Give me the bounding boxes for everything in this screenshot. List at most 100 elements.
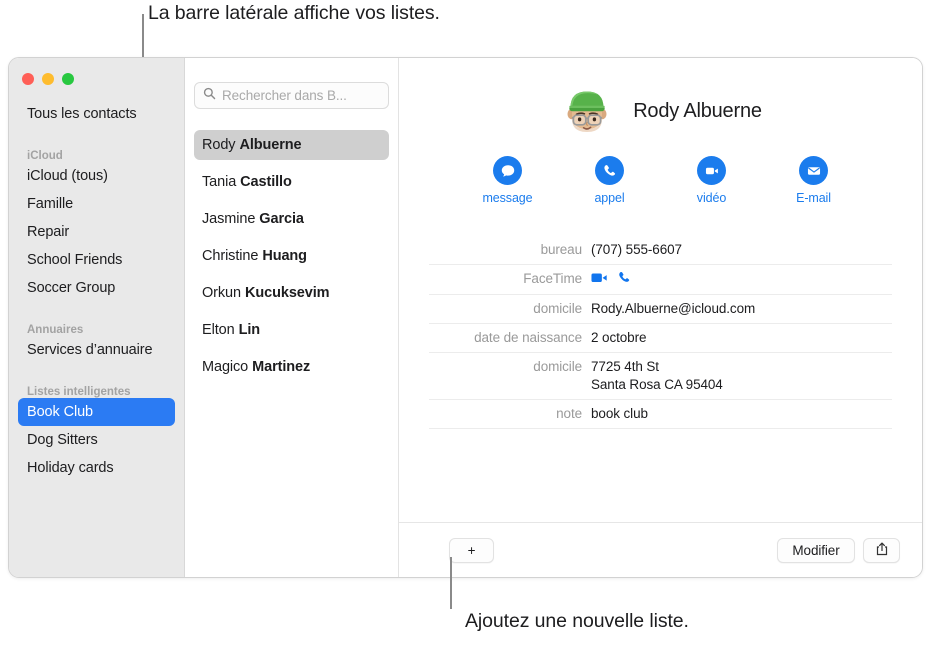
sidebar-item-holiday-cards[interactable]: Holiday cards	[18, 454, 175, 482]
memoji-avatar[interactable]	[559, 83, 615, 139]
toolbar-right-group: Modifier	[777, 537, 900, 563]
edit-button[interactable]: Modifier	[777, 537, 855, 563]
sidebar-list: Tous les contacts iCloud iCloud (tous) F…	[9, 100, 184, 482]
sidebar-item-label: Tous les contacts	[27, 106, 137, 122]
contact-last-name: Kucuksevim	[245, 285, 330, 301]
sidebar-item-icloud-all[interactable]: iCloud (tous)	[18, 162, 175, 190]
screenshot-root: La barre latérale affiche vos listes. To…	[0, 0, 931, 646]
contacts-app-window: Tous les contacts iCloud iCloud (tous) F…	[8, 57, 923, 578]
sidebar-item-services-annuaire[interactable]: Services d’annuaire	[18, 336, 175, 364]
sidebar-item-book-club[interactable]: Book Club	[18, 398, 175, 426]
contact-last-name: Huang	[262, 248, 307, 264]
search-input[interactable]	[222, 88, 380, 103]
annotation-add-list-leader-line	[450, 557, 452, 609]
action-video[interactable]: vidéo	[685, 156, 739, 205]
sidebar-item-label: Famille	[27, 196, 74, 212]
video-camera-icon	[697, 156, 726, 185]
sidebar: Tous les contacts iCloud iCloud (tous) F…	[9, 58, 185, 577]
sidebar-item-label: Repair	[27, 224, 70, 240]
field-value-facetime	[591, 270, 631, 289]
sidebar-item-repair[interactable]: Repair	[18, 218, 175, 246]
facetime-audio-icon[interactable]	[617, 270, 631, 289]
sidebar-item-label: Book Club	[27, 404, 93, 420]
sidebar-item-all-contacts[interactable]: Tous les contacts	[18, 100, 175, 128]
field-label: date de naissance	[474, 330, 582, 345]
search-icon	[203, 87, 216, 105]
envelope-icon	[799, 156, 828, 185]
contact-list-item[interactable]: Christine Huang	[194, 241, 389, 271]
field-value-address[interactable]: 7725 4th St Santa Rosa CA 95404	[591, 358, 723, 394]
field-value[interactable]: (707) 555-6607	[591, 241, 682, 259]
phone-icon	[595, 156, 624, 185]
contact-fields: bureau (707) 555-6607 FaceTime domicile …	[429, 236, 892, 429]
contact-first-name: Christine	[202, 248, 259, 264]
contact-name: Rody Albuerne	[633, 99, 762, 122]
close-button[interactable]	[22, 73, 34, 85]
field-row-facetime: FaceTime	[429, 265, 892, 295]
contact-list-item[interactable]: Tania Castillo	[194, 167, 389, 197]
contact-list: Rody Albuerne Tania Castillo Jasmine Gar…	[194, 130, 389, 382]
field-row-bureau: bureau (707) 555-6607	[429, 236, 892, 265]
contact-last-name: Castillo	[240, 174, 292, 190]
contact-first-name: Orkun	[202, 285, 241, 301]
action-label: vidéo	[696, 191, 727, 205]
minimize-button[interactable]	[42, 73, 54, 85]
contact-last-name: Lin	[238, 322, 261, 338]
contact-identity-row: Rody Albuerne	[429, 80, 892, 142]
sidebar-group-header-annuaires: Annuaires	[27, 324, 84, 336]
sidebar-item-famille[interactable]: Famille	[18, 190, 175, 218]
action-email[interactable]: E-mail	[787, 156, 841, 205]
sidebar-item-label: School Friends	[27, 252, 123, 268]
field-row-birthday: date de naissance 2 octobre	[429, 324, 892, 353]
field-value[interactable]: 2 octobre	[591, 329, 646, 347]
field-label: domicile	[533, 301, 582, 316]
contact-list-item[interactable]: Orkun Kucuksevim	[194, 278, 389, 308]
field-label: FaceTime	[523, 271, 582, 286]
message-bubble-icon	[493, 156, 522, 185]
sidebar-item-label: Services d’annuaire	[27, 342, 153, 358]
field-row-note: note book club	[429, 400, 892, 429]
field-row-address: domicile 7725 4th St Santa Rosa CA 95404	[429, 353, 892, 400]
share-button[interactable]	[863, 537, 900, 563]
sidebar-item-label: Soccer Group	[27, 280, 116, 296]
edit-button-label: Modifier	[792, 542, 840, 558]
field-value[interactable]: book club	[591, 405, 648, 423]
search-field[interactable]	[194, 82, 389, 109]
sidebar-item-dog-sitters[interactable]: Dog Sitters	[18, 426, 175, 454]
field-label: bureau	[540, 242, 583, 257]
address-line-2: Santa Rosa CA 95404	[591, 377, 723, 392]
contact-last-name: Albuerne	[239, 137, 302, 153]
sidebar-group-header-listes-intelligentes: Listes intelligentes	[27, 386, 131, 398]
contact-last-name: Garcia	[259, 211, 304, 227]
bottom-toolbar: + Modifier	[399, 522, 922, 577]
contact-list-item[interactable]: Jasmine Garcia	[194, 204, 389, 234]
contact-first-name: Elton	[202, 322, 235, 338]
contact-list-item[interactable]: Magico Martinez	[194, 352, 389, 382]
search-container	[194, 58, 389, 109]
field-label: domicile	[533, 359, 582, 374]
contact-first-name: Tania	[202, 174, 237, 190]
field-value[interactable]: Rody.Albuerne@icloud.com	[591, 300, 755, 318]
contact-first-name: Rody	[202, 137, 236, 153]
contact-list-item[interactable]: Rody Albuerne	[194, 130, 389, 160]
contact-first-name: Magico	[202, 359, 249, 375]
facetime-video-icon[interactable]	[591, 271, 608, 289]
sidebar-item-soccer-group[interactable]: Soccer Group	[18, 274, 175, 302]
add-list-button[interactable]: +	[449, 537, 494, 563]
contact-list-column: Rody Albuerne Tania Castillo Jasmine Gar…	[185, 58, 399, 577]
share-icon	[875, 541, 889, 560]
address-line-1: 7725 4th St	[591, 359, 659, 374]
action-label: E-mail	[796, 191, 831, 205]
zoom-button[interactable]	[62, 73, 74, 85]
contact-list-item[interactable]: Elton Lin	[194, 315, 389, 345]
sidebar-item-school-friends[interactable]: School Friends	[18, 246, 175, 274]
action-label: message	[482, 191, 533, 205]
contact-action-buttons: message appel vidéo E-mail	[429, 156, 892, 205]
action-call[interactable]: appel	[583, 156, 637, 205]
contact-first-name: Jasmine	[202, 211, 256, 227]
action-message[interactable]: message	[481, 156, 535, 205]
contact-detail-pane: Rody Albuerne message appel vidéo E-mail…	[399, 58, 922, 577]
